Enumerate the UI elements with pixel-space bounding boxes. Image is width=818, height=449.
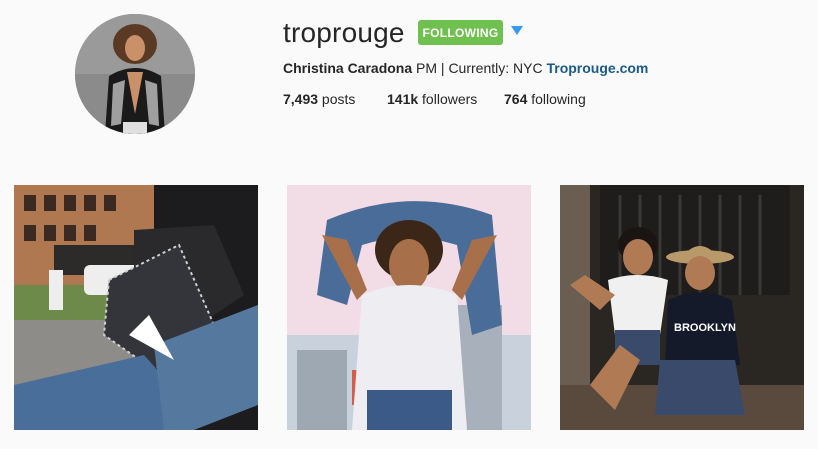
profile-username: troprouge (283, 17, 405, 48)
post-thumbnail[interactable] (287, 185, 531, 430)
followers-label: followers (418, 91, 478, 107)
followers-stat[interactable]: 141k followers (387, 90, 477, 108)
followers-count: 141k (387, 91, 419, 107)
following-label: following (527, 91, 586, 107)
posts-label: posts (318, 91, 356, 107)
post-thumbnail[interactable] (14, 185, 258, 430)
following-button[interactable]: FOLLOWING (418, 20, 503, 45)
profile-full-name: Christina Caradona (283, 60, 413, 76)
posts-stat: 7,493 posts (283, 90, 355, 108)
posts-count: 7,493 (283, 91, 319, 107)
shirt-text-graphic: BROOKLYN (674, 322, 736, 334)
website-link[interactable]: Troprouge.com (546, 60, 648, 76)
profile-avatar[interactable] (75, 14, 195, 134)
profile-bio: Christina Caradona PM | Currently: NYC T… (283, 59, 648, 77)
post-thumbnail[interactable]: BROOKLYN (560, 185, 804, 430)
following-count: 764 (504, 91, 528, 107)
following-stat[interactable]: 764 following (504, 90, 586, 108)
caret-down-icon (510, 25, 524, 42)
options-dropdown[interactable] (510, 24, 524, 38)
bio-text: PM | Currently: NYC (412, 60, 547, 76)
